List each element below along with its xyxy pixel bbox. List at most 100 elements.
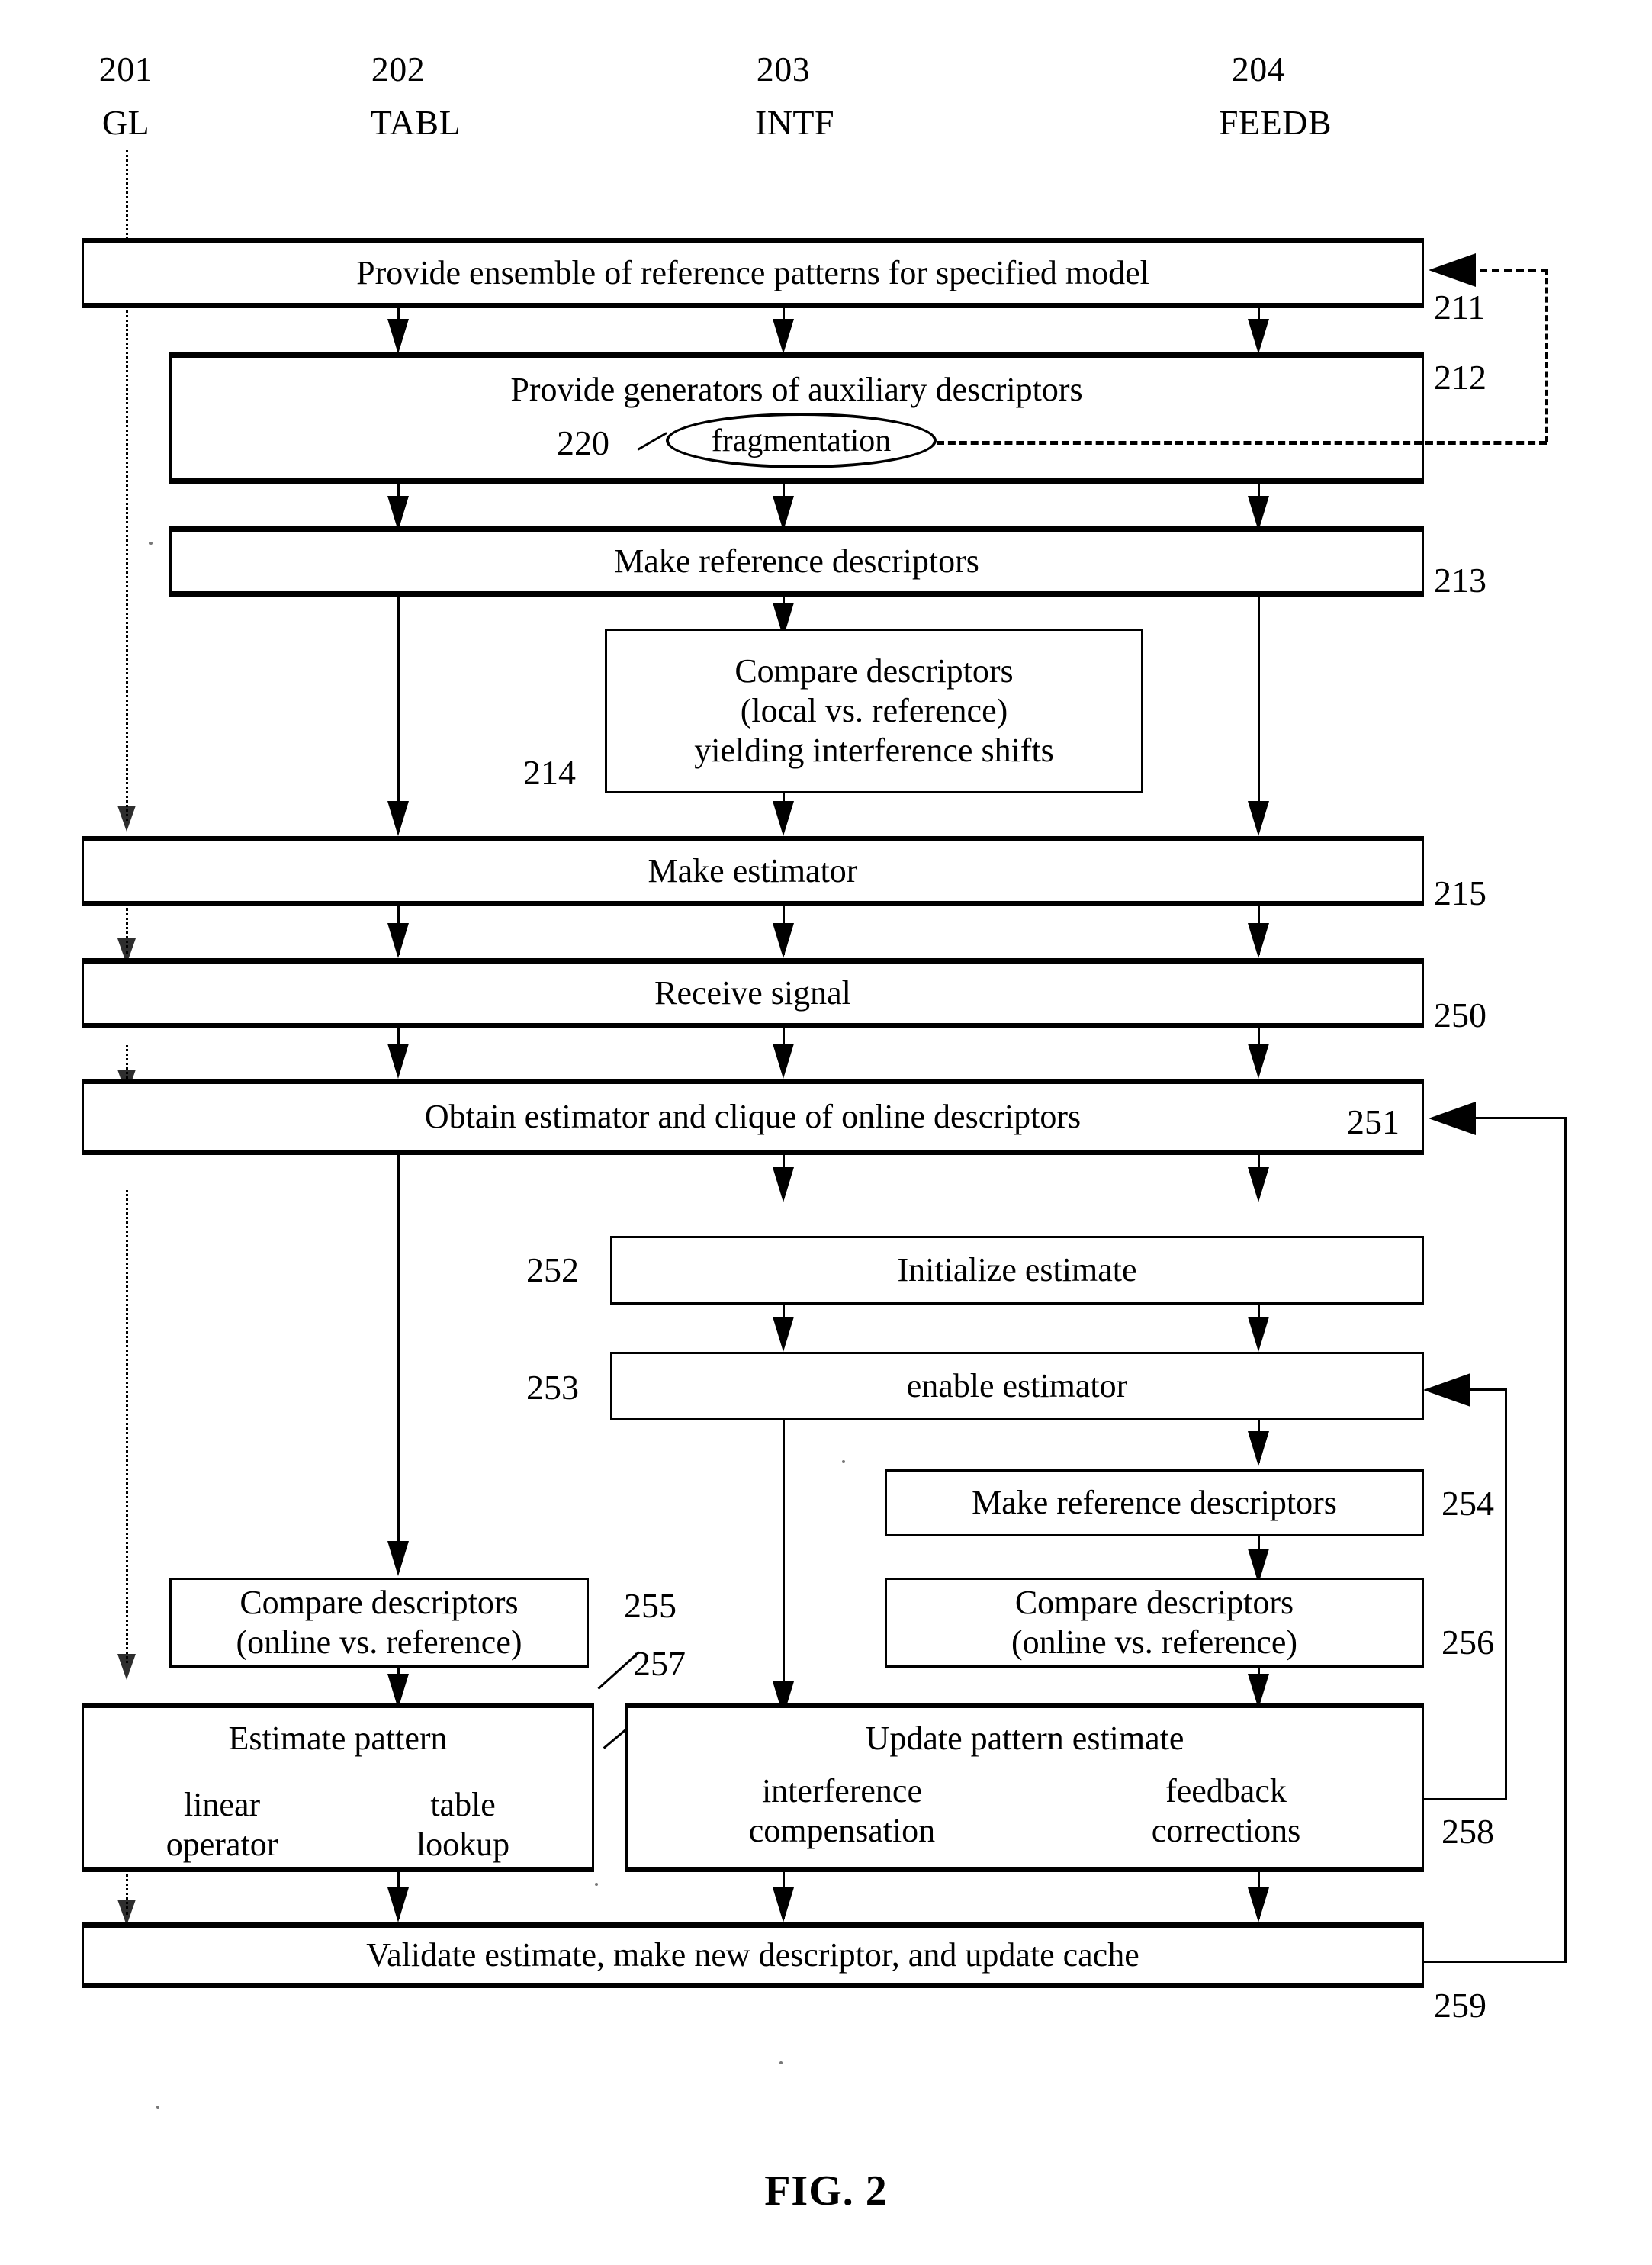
gl-lane-arrow-to-215	[117, 806, 136, 832]
lane-label-feedb: FEEDB	[1218, 103, 1332, 142]
step-box-255[interactable]: Compare descriptors (online vs. referenc…	[169, 1578, 589, 1668]
step-ref-255: 255	[624, 1586, 677, 1625]
step-ref-211: 211	[1434, 288, 1486, 327]
step-259-line-1: Validate estimate, make new descriptor, …	[366, 1936, 1139, 1974]
step-257-option-table-l1: table	[430, 1786, 496, 1823]
feedback-inner-right	[1505, 1388, 1507, 1800]
step-box-211[interactable]: Provide ensemble of reference patterns f…	[82, 238, 1424, 308]
scan-speck	[156, 2106, 159, 2109]
step-255-line-2: (online vs. reference)	[236, 1623, 522, 1661]
arrowhead-215-250-feedb	[1248, 923, 1269, 958]
fragmentation-dashed-horizontal	[937, 441, 1547, 445]
feedback-outer-top	[1476, 1117, 1566, 1119]
lane-label-gl: GL	[101, 103, 150, 142]
arrowhead-253-254-feedb	[1248, 1431, 1269, 1466]
arrowhead-215-250-tabl	[387, 923, 409, 958]
step-ref-257: 257	[633, 1644, 686, 1683]
step-213-line-1: Make reference descriptors	[614, 542, 979, 581]
step-ref-251: 251	[1347, 1102, 1400, 1141]
step-257-options: linear operator table lookup	[97, 1785, 579, 1864]
feedback-outer-bottom	[1422, 1961, 1567, 1963]
gl-lane-dotted-line-251-257	[126, 1190, 128, 1663]
conn-251-255-tabl	[397, 1155, 400, 1559]
scan-speck	[779, 2061, 783, 2064]
step-214-line-3: yielding interference shifts	[694, 731, 1054, 769]
step-258-option-feedback-l2: corrections	[1151, 1811, 1301, 1849]
lane-number-202: 202	[371, 50, 426, 88]
arrowhead-250-251-intf	[773, 1044, 794, 1079]
step-box-251[interactable]: Obtain estimator and clique of online de…	[82, 1079, 1424, 1155]
arrowhead-211-212-tabl	[387, 319, 409, 354]
step-ref-256: 256	[1441, 1623, 1494, 1662]
step-box-259[interactable]: Validate estimate, make new descriptor, …	[82, 1922, 1424, 1988]
step-ref-259: 259	[1434, 1986, 1486, 2025]
step-257-option-linear-l2: operator	[166, 1825, 278, 1863]
conn-213-215-tabl	[397, 597, 400, 818]
arrowhead-213-215-tabl	[387, 801, 409, 836]
step-257-option-table: table lookup	[416, 1785, 509, 1864]
step-253-line-1: enable estimator	[906, 1367, 1128, 1405]
step-258-option-feedback: feedback corrections	[1152, 1771, 1300, 1851]
step-ref-253: 253	[526, 1368, 579, 1407]
step-258-option-interference-l2: compensation	[748, 1811, 936, 1849]
step-257-option-table-l2: lookup	[416, 1825, 510, 1863]
lane-number-204: 204	[1231, 50, 1286, 88]
gl-lane-arrow-to-257	[117, 1654, 136, 1680]
step-box-214[interactable]: Compare descriptors (local vs. reference…	[605, 629, 1143, 793]
step-215-line-1: Make estimator	[648, 852, 858, 890]
step-258-title: Update pattern estimate	[865, 1720, 1184, 1757]
feedback-outer-right	[1564, 1117, 1567, 1962]
step-256-line-1: Compare descriptors	[1014, 1584, 1294, 1622]
feedback-inner-top	[1470, 1388, 1507, 1391]
lane-number-201: 201	[98, 50, 153, 88]
gl-lane-arrow-to-259	[117, 1900, 136, 1926]
arrowhead-258-259-feedb	[1248, 1887, 1269, 1922]
lane-number-203: 203	[756, 50, 811, 88]
lane-label-intf: INTF	[754, 103, 835, 142]
step-258-option-interference-l1: interference	[761, 1772, 922, 1810]
step-214-line-2: (local vs. reference)	[740, 692, 1008, 730]
arrowhead-211-212-feedb	[1248, 319, 1269, 354]
fragmentation-oval[interactable]: fragmentation	[666, 413, 937, 468]
step-box-215[interactable]: Make estimator	[82, 836, 1424, 906]
step-ref-252: 252	[526, 1250, 579, 1289]
step-257-option-linear-l1: linear	[183, 1786, 261, 1823]
arrowhead-fragmentation-to-211	[1429, 253, 1476, 287]
arrowhead-250-251-tabl	[387, 1044, 409, 1079]
step-ref-215: 215	[1434, 874, 1486, 912]
step-ref-213: 213	[1434, 561, 1486, 600]
step-ref-254: 254	[1441, 1484, 1494, 1523]
step-251-line-1: Obtain estimator and clique of online de…	[424, 1098, 1082, 1136]
step-box-250[interactable]: Receive signal	[82, 958, 1424, 1028]
step-box-252[interactable]: Initialize estimate	[610, 1236, 1424, 1305]
scan-speck	[842, 1460, 845, 1463]
patent-figure-canvas: 201 GL 202 TABL 203 INTF 204 FEEDB Provi…	[0, 0, 1652, 2265]
arrowhead-feedback-outer-to-251	[1429, 1102, 1476, 1135]
feedback-inner-bottom	[1422, 1798, 1507, 1800]
step-255-line-1: Compare descriptors	[239, 1584, 519, 1622]
figure-caption: FIG. 2	[764, 2167, 888, 2215]
arrowhead-257-259-tabl	[387, 1887, 409, 1922]
step-box-254[interactable]: Make reference descriptors	[885, 1469, 1424, 1536]
fragmentation-ref-220: 220	[557, 423, 609, 462]
scan-speck	[149, 542, 153, 545]
arrowhead-211-212-intf	[773, 319, 794, 354]
arrowhead-252-253-intf	[773, 1317, 794, 1352]
step-252-line-1: Initialize estimate	[897, 1251, 1137, 1289]
step-box-253[interactable]: enable estimator	[610, 1352, 1424, 1420]
fragmentation-label: fragmentation	[711, 423, 892, 458]
arrowhead-258-259-intf	[773, 1887, 794, 1922]
step-box-256[interactable]: Compare descriptors (online vs. referenc…	[885, 1578, 1424, 1668]
step-ref-250: 250	[1434, 996, 1486, 1034]
arrowhead-214-215-intf	[773, 801, 794, 836]
arrowhead-250-251-feedb	[1248, 1044, 1269, 1079]
step-258-option-interference: interference compensation	[749, 1771, 935, 1851]
fragmentation-dashed-vertical	[1545, 269, 1548, 442]
step-256-line-2: (online vs. reference)	[1011, 1623, 1297, 1661]
step-211-line-1: Provide ensemble of reference patterns f…	[356, 254, 1149, 292]
conn-253-258-intf	[783, 1420, 785, 1704]
arrowhead-213-215-feedb	[1248, 801, 1269, 836]
step-258-options: interference compensation feedback corre…	[641, 1771, 1409, 1851]
step-box-213[interactable]: Make reference descriptors	[169, 526, 1424, 597]
arrowhead-251-252-intf	[773, 1167, 794, 1202]
